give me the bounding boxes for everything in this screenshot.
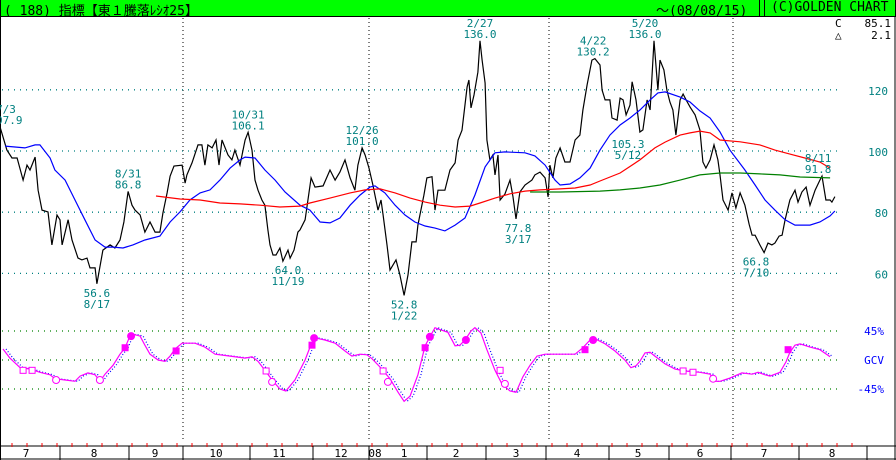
month-label: 08: [368, 447, 381, 460]
ma-mid-line: [155, 130, 831, 208]
price-axis-label: 120: [868, 85, 888, 98]
osc-marker-filled-square: [308, 341, 316, 349]
osc-marker-filled-circle: [461, 336, 470, 344]
osc-marker-hollow-square: [28, 366, 36, 374]
osc-line: [2, 326, 831, 403]
month-label: 12: [334, 447, 347, 460]
osc-marker-hollow-circle: [500, 379, 509, 388]
price-axis-label: 60: [875, 268, 888, 281]
month-label: 7: [23, 447, 30, 460]
peak-value-label: 130.2: [577, 46, 610, 59]
month-label: 4: [574, 447, 581, 460]
trough-date-label: 7/10: [743, 267, 770, 280]
osc-marker-filled-square: [121, 344, 129, 352]
month-label: 8: [829, 447, 836, 460]
osc-marker-hollow-square: [19, 366, 27, 374]
osc-marker-hollow-circle: [52, 376, 61, 384]
osc-marker-hollow-circle: [268, 377, 277, 386]
osc-marker-filled-circle: [310, 334, 319, 343]
trough-date-label: 5/12: [615, 149, 642, 162]
osc-marker-filled-circle: [127, 332, 136, 341]
peak-value-label: 106.1: [232, 119, 265, 132]
month-label: 8: [91, 447, 98, 460]
month-label: 6: [697, 447, 704, 460]
indicator-title: ( 188) 指標【東１騰落ﾚｼｵ25】: [4, 4, 198, 19]
month-label: 2: [453, 447, 460, 460]
chart-canvas: 120100806045%GCV-45%7/3107.956.68/178/31…: [0, 17, 896, 460]
change-icon: △: [835, 29, 842, 42]
peak-value-label: 136.0: [628, 28, 661, 41]
osc-marker-filled-square: [421, 344, 429, 352]
osc-marker-filled-circle: [589, 336, 598, 344]
osc-marker-hollow-square: [679, 367, 687, 375]
osc-marker-filled-square: [172, 347, 180, 355]
month-label: 9: [152, 447, 159, 460]
osc-axis-label: GCV: [864, 354, 884, 367]
peak-value-label: 91.8: [805, 163, 832, 176]
osc-marker-filled-square: [784, 346, 792, 354]
osc-marker-hollow-circle: [709, 374, 718, 383]
copyright: (C)GOLDEN CHART: [771, 0, 889, 15]
osc-marker-hollow-circle: [95, 376, 104, 384]
peak-value-label: 86.8: [115, 178, 142, 191]
month-label: 3: [513, 447, 520, 460]
osc-marker-hollow-square: [262, 367, 270, 375]
osc-marker-hollow-square: [496, 366, 504, 374]
osc-marker-hollow-square: [379, 367, 387, 375]
osc-marker-filled-circle: [425, 332, 434, 341]
header-separator: [759, 0, 765, 16]
value-readout: C 85.1 △ 2.1: [835, 18, 891, 42]
trough-date-label: 8/17: [84, 298, 111, 311]
peak-value-label: 136.0: [463, 28, 496, 41]
osc-marker-filled-square: [581, 346, 589, 354]
month-label: 7: [761, 447, 768, 460]
osc-marker-hollow-circle: [383, 377, 392, 386]
price-axis-label: 100: [868, 146, 888, 159]
peak-value-label: 101.0: [346, 135, 379, 148]
month-label: 11: [272, 447, 285, 460]
trough-date-label: 3/17: [505, 233, 532, 246]
osc-axis-label: 45%: [864, 325, 884, 338]
month-label: 1: [401, 447, 408, 460]
date-range: ～(08/08/15): [656, 4, 748, 19]
ma-long-line: [530, 172, 831, 193]
osc-marker-hollow-square: [689, 368, 697, 376]
peak-value-label: 107.9: [0, 114, 23, 127]
header-bar: ( 188) 指標【東１騰落ﾚｼｵ25】 ～(08/08/15) (C)GOLD…: [0, 0, 896, 19]
trough-date-label: 1/22: [391, 309, 418, 322]
price-axis-label: 80: [875, 207, 888, 220]
osc-axis-label: -45%: [858, 383, 885, 396]
month-label: 10: [209, 447, 222, 460]
change-value: 2.1: [871, 29, 891, 42]
month-label: 5: [635, 447, 642, 460]
trough-date-label: 11/19: [271, 275, 304, 288]
